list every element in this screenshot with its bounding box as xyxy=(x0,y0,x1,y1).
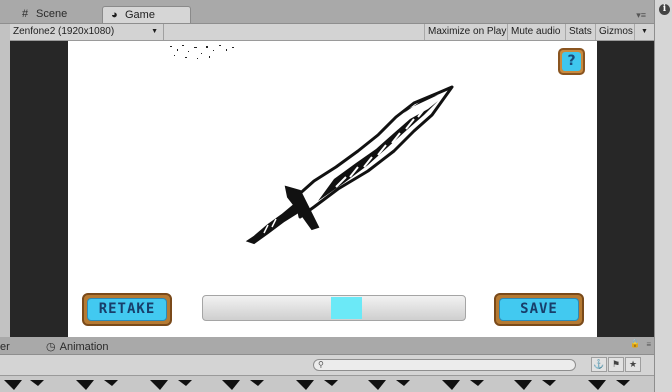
gizmos-dropdown-arrow[interactable]: ▼ xyxy=(634,24,654,40)
sword-drawing xyxy=(245,85,454,245)
save-button[interactable]: SAVE xyxy=(494,293,584,326)
mute-audio-button[interactable]: Mute audio xyxy=(507,24,563,40)
resolution-dropdown[interactable]: Zenfone2 (1920x1080) ▼ xyxy=(10,24,164,40)
stats-button[interactable]: Stats xyxy=(565,24,595,40)
help-label: ? xyxy=(562,52,581,71)
tab-scene[interactable]: # Scene xyxy=(14,6,100,23)
tab-animation[interactable]: ◷ Animation xyxy=(46,340,109,354)
pacman-icon: ◕ xyxy=(111,9,118,21)
retake-button[interactable]: RETAKE xyxy=(82,293,172,326)
bottom-tab-strip: er ◷ Animation 🔒 ≡ xyxy=(0,337,654,355)
chevron-down-icon: ▼ xyxy=(151,28,158,35)
filter-by-label-icon[interactable]: ⚑ xyxy=(608,357,624,372)
search-icon: ⚲ xyxy=(318,360,324,369)
maximize-on-play-button[interactable]: Maximize on Play xyxy=(424,24,509,40)
tab-game[interactable]: ◕ Game xyxy=(102,6,191,23)
resolution-label: Zenfone2 (1920x1080) xyxy=(13,26,115,37)
game-toolbar: Zenfone2 (1920x1080) ▼ Maximize on Play … xyxy=(10,24,654,41)
info-icon[interactable]: i xyxy=(659,4,670,15)
inspector-strip: i xyxy=(654,0,672,392)
tab-scene-label: Scene xyxy=(36,8,68,20)
search-input[interactable]: ⚲ xyxy=(313,359,576,371)
help-button[interactable]: ? xyxy=(558,48,585,75)
save-label: SAVE xyxy=(499,298,579,321)
retake-label: RETAKE xyxy=(87,298,167,321)
bottom-toolbar: ⚲ ⚓ ⚑ ★ xyxy=(0,355,654,376)
game-viewport: ? RETAKE SAVE xyxy=(10,41,654,337)
gizmos-button[interactable]: Gizmos xyxy=(595,24,636,40)
favorite-star-icon[interactable]: ★ xyxy=(625,357,641,372)
hash-icon: # xyxy=(22,8,29,20)
filter-by-type-icon[interactable]: ⚓ xyxy=(591,357,607,372)
animation-timeline xyxy=(0,376,654,392)
noise-speckles xyxy=(170,45,234,59)
tab-animation-label: Animation xyxy=(59,341,109,353)
panel-menu-icon[interactable]: ≡ xyxy=(646,340,651,349)
tab-game-label: Game xyxy=(125,9,155,21)
clock-icon: ◷ xyxy=(46,341,56,353)
editor-tab-strip: # Scene ◕ Game ▾≡ xyxy=(0,0,654,24)
panel-menu-icon[interactable]: ▾≡ xyxy=(636,10,646,21)
progress-fill xyxy=(331,297,362,319)
progress-bar xyxy=(202,295,466,321)
tab-partial[interactable]: er xyxy=(0,340,10,354)
lock-icon[interactable]: 🔒 xyxy=(630,339,640,348)
keyframe-marks xyxy=(4,380,630,390)
game-screen: ? RETAKE SAVE xyxy=(68,41,597,337)
